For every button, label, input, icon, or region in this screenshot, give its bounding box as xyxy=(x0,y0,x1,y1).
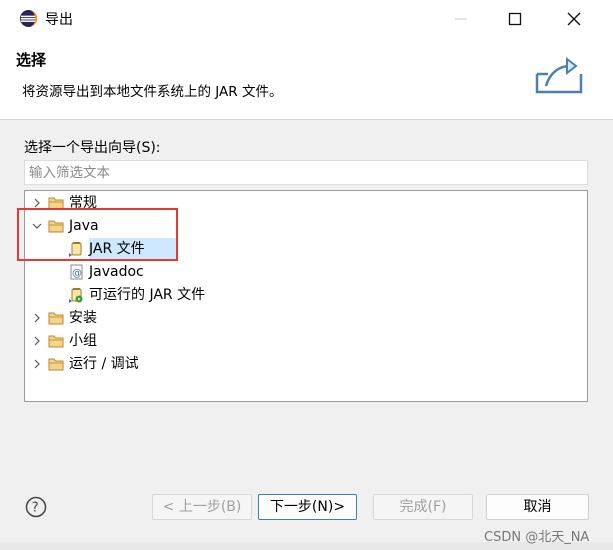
tree-item-label: 小组 xyxy=(69,333,97,349)
close-icon xyxy=(567,12,581,26)
finish-button[interactable]: 完成(F) xyxy=(373,494,473,520)
annotation-highlight-box xyxy=(17,208,178,261)
runnable-jar-icon xyxy=(69,288,83,303)
wizard-label: 选择一个导出向导(S): xyxy=(24,140,161,156)
help-icon[interactable]: ? xyxy=(25,496,47,518)
chevron-right-icon xyxy=(34,359,40,369)
chevron-right-icon xyxy=(34,313,40,323)
minimize-icon xyxy=(455,18,467,20)
tree-item-label: 可运行的 JAR 文件 xyxy=(89,287,206,303)
tree-item-label: Javadoc xyxy=(89,264,144,280)
tree-item-team[interactable]: 小组 xyxy=(25,330,325,352)
maximize-icon xyxy=(508,12,522,26)
tree-item-run-debug[interactable]: 运行 / 调试 xyxy=(25,353,325,375)
back-button[interactable]: < 上一步(B) xyxy=(152,494,252,520)
folder-icon xyxy=(48,335,64,348)
window-title: 导出 xyxy=(45,12,73,28)
svg-text:@: @ xyxy=(72,268,82,279)
tree-item-install[interactable]: 安装 xyxy=(25,307,325,329)
header-banner: 选择 将资源导出到本地文件系统上的 JAR 文件。 xyxy=(0,38,613,120)
filter-input[interactable] xyxy=(24,160,588,185)
eclipse-icon xyxy=(19,9,38,28)
folder-icon xyxy=(48,312,64,325)
watermark: CSDN @北天_NA xyxy=(484,530,590,545)
chevron-right-icon xyxy=(34,336,40,346)
javadoc-icon: @ xyxy=(70,264,83,280)
tree-item-label: 运行 / 调试 xyxy=(69,356,139,372)
svg-text:?: ? xyxy=(32,501,39,516)
title-bar: 导出 xyxy=(0,0,613,38)
close-button[interactable] xyxy=(551,0,597,38)
minimize-button[interactable] xyxy=(438,0,484,38)
next-button[interactable]: 下一步(N)> xyxy=(258,494,357,520)
tree-item-javadoc[interactable]: @ Javadoc xyxy=(65,261,325,283)
chevron-right-icon xyxy=(34,198,40,208)
tree-item-runnable-jar[interactable]: 可运行的 JAR 文件 xyxy=(65,284,325,306)
folder-icon xyxy=(48,358,64,371)
page-description: 将资源导出到本地文件系统上的 JAR 文件。 xyxy=(22,84,283,100)
export-wizard-icon xyxy=(535,56,583,94)
tree-item-label: 安装 xyxy=(69,310,97,326)
page-title: 选择 xyxy=(16,51,47,69)
cancel-button[interactable]: 取消 xyxy=(486,494,589,520)
maximize-button[interactable] xyxy=(492,0,538,38)
